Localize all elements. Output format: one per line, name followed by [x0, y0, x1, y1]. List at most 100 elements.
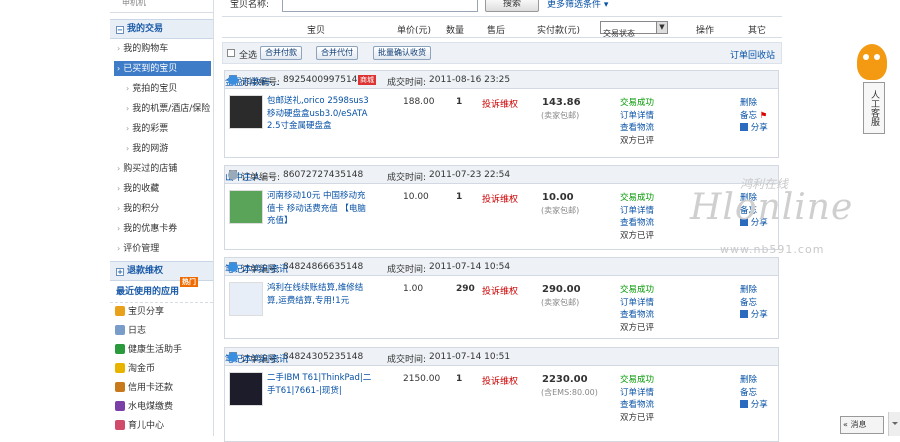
order-card: 订单编号: 84824866635148 成交时间: 2011-07-14 10…	[224, 257, 779, 339]
trade-status: 交易成功	[620, 98, 655, 108]
view-logistics-link[interactable]: 查看物流	[620, 122, 654, 135]
customer-service-widget[interactable]: 人工客服	[855, 44, 890, 134]
other-column: 删除 备忘 分享	[740, 284, 768, 322]
item-title-link[interactable]: 包邮送礼,orico 2598sus3移动硬盘盒usb3.0/eSATA 2.5…	[267, 95, 372, 133]
sidebar-item[interactable]: › 竞拍的宝贝	[110, 79, 213, 99]
share-link[interactable]: 分享	[740, 309, 768, 322]
paid-amount: 290.00	[542, 284, 581, 295]
item-thumbnail[interactable]	[229, 372, 263, 406]
delete-link[interactable]: 删除	[740, 284, 768, 297]
complain-link[interactable]: 投诉维权	[482, 192, 518, 205]
app-icon	[115, 306, 125, 316]
app-item[interactable]: 育儿中心	[110, 417, 213, 436]
app-icon	[115, 420, 125, 430]
app-item[interactable]: 宝贝分享	[110, 303, 213, 322]
merge-pay-button[interactable]: 合并付款	[260, 46, 302, 60]
status-column: 交易成功 订单详情 查看物流 双方已评	[620, 97, 654, 147]
batch-confirm-button[interactable]: 批量确认收货	[373, 46, 431, 60]
order-detail-link[interactable]: 订单详情	[620, 297, 654, 310]
item-thumbnail[interactable]	[229, 95, 263, 129]
chevron-right-icon: ›	[117, 64, 121, 73]
customer-service-tab[interactable]: 人工客服	[863, 82, 885, 134]
item-title-link[interactable]: 二手IBM T61|ThinkPad|二手T61|7661-|现货|	[267, 372, 372, 397]
sidebar-item[interactable]: › 我的网游	[110, 139, 213, 159]
app-item[interactable]: 日志	[110, 322, 213, 341]
item-title-link[interactable]: 鸿利在线续账结算,维修结算,运费结算,专用!1元	[267, 282, 372, 307]
order-detail-link[interactable]: 订单详情	[620, 110, 654, 123]
order-detail-link[interactable]: 订单详情	[620, 387, 654, 400]
sidebar-item[interactable]: › 我的彩票	[110, 119, 213, 139]
messages-button[interactable]: « 消息	[840, 416, 884, 434]
scroll-down-arrow[interactable]	[888, 412, 900, 436]
sidebar-item[interactable]: › 评价管理	[110, 239, 213, 259]
wangwang-icon[interactable]	[228, 75, 238, 85]
collapse-icon[interactable]: −	[116, 26, 124, 34]
share-icon	[740, 400, 748, 408]
memo-link[interactable]: 备忘 ⚑	[740, 110, 768, 123]
memo-link[interactable]: 备忘	[740, 387, 768, 400]
chevron-right-icon: ›	[117, 204, 121, 213]
status-column: 交易成功 订单详情 查看物流 双方已评	[620, 284, 654, 334]
paid-amount: 10.00	[542, 192, 574, 203]
recycle-bin-link[interactable]: 订单回收站	[730, 48, 775, 61]
deal-time-label: 成交时间:	[387, 173, 427, 183]
dropdown-arrow-icon: ▼	[656, 22, 667, 33]
app-item[interactable]: 信用卡还款	[110, 379, 213, 398]
search-bar: 宝贝名称: 搜索 更多筛选条件 ▾	[222, 0, 782, 14]
order-no: 84824866635148	[283, 262, 364, 272]
app-item[interactable]: 健康生活助手	[110, 341, 213, 360]
item-name-input[interactable]	[282, 0, 478, 12]
select-all-checkbox[interactable]	[227, 49, 235, 57]
delete-link[interactable]: 删除	[740, 97, 768, 110]
complain-link[interactable]: 投诉维权	[482, 284, 518, 297]
double-left-arrow-icon: «	[843, 420, 848, 429]
chevron-right-icon: ›	[117, 184, 121, 193]
more-filters-link[interactable]: 更多筛选条件 ▾	[547, 0, 608, 10]
item-thumbnail[interactable]	[229, 190, 263, 224]
expand-icon[interactable]: +	[116, 268, 124, 276]
sidebar-section-my-trades[interactable]: − 我的交易	[110, 19, 213, 39]
delete-link[interactable]: 删除	[740, 374, 768, 387]
other-column: 删除 备忘 分享	[740, 374, 768, 412]
chevron-right-icon: ›	[117, 244, 121, 253]
chevron-right-icon: ›	[126, 144, 130, 153]
deal-time: 2011-08-16 23:25	[429, 75, 511, 85]
mall-badge: 商城	[358, 75, 376, 85]
share-link[interactable]: 分享	[740, 122, 768, 135]
sidebar-item[interactable]: › 我的积分	[110, 199, 213, 219]
app-item[interactable]: 淘金币	[110, 360, 213, 379]
search-button[interactable]: 搜索	[485, 0, 539, 12]
view-logistics-link[interactable]: 查看物流	[620, 309, 654, 322]
view-logistics-link[interactable]: 查看物流	[620, 399, 654, 412]
order-no: 84824305235148	[283, 352, 364, 362]
wangwang-icon[interactable]	[228, 262, 238, 272]
deal-time-label: 成交时间:	[387, 355, 427, 365]
col-actions: 操作	[696, 26, 715, 36]
share-link[interactable]: 分享	[740, 399, 768, 412]
order-detail-link[interactable]: 订单详情	[620, 205, 654, 218]
memo-link[interactable]: 备忘	[740, 297, 768, 310]
sidebar-item[interactable]: › 我的收藏	[110, 179, 213, 199]
shipping-note: (卖家包邮)	[541, 298, 580, 307]
item-thumbnail[interactable]	[229, 282, 263, 316]
order-header: 订单编号: 89254009975148 商城 成交时间: 2011-08-16…	[225, 71, 778, 89]
sidebar-item[interactable]: › 已买到的宝贝	[114, 61, 211, 76]
deal-time: 2011-07-23 22:54	[429, 170, 511, 180]
item-title-link[interactable]: 河南移动10元 中国移动充值卡 移动话费充值 【电脑充值】	[267, 190, 372, 228]
view-logistics-link[interactable]: 查看物流	[620, 217, 654, 230]
col-paid: 实付款(元)	[537, 26, 581, 36]
sidebar-item[interactable]: › 购买过的店铺	[110, 159, 213, 179]
watermark: 鸿利在线 Hlonline www.nb591.com	[690, 177, 854, 256]
col-quantity: 数量	[446, 26, 465, 36]
complain-link[interactable]: 投诉维权	[482, 374, 518, 387]
complain-link[interactable]: 投诉维权	[482, 97, 518, 110]
sidebar-item[interactable]: › 我的购物车	[110, 39, 213, 59]
wangwang-icon[interactable]	[228, 170, 238, 180]
sidebar-item[interactable]: › 我的机票/酒店/保险	[110, 99, 213, 119]
status-filter-select[interactable]: 交易状态 ▼	[600, 21, 668, 38]
app-item[interactable]: 水电煤缴费	[110, 398, 213, 417]
deal-time-label: 成交时间:	[387, 265, 427, 275]
wangwang-icon[interactable]	[228, 352, 238, 362]
merge-proxy-pay-button[interactable]: 合并代付	[316, 46, 358, 60]
sidebar-item[interactable]: › 我的优惠卡券	[110, 219, 213, 239]
